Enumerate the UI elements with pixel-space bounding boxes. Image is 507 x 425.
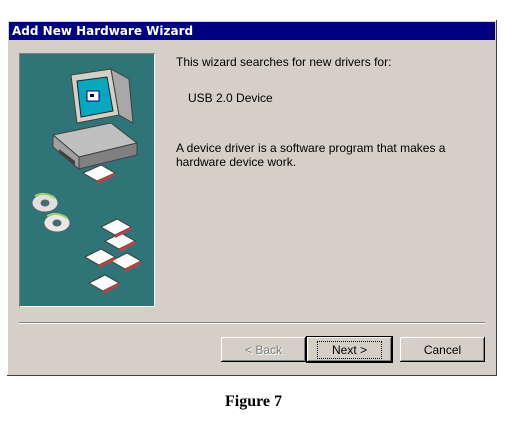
next-button-label: Next > (316, 340, 382, 359)
wizard-window: Add New Hardware Wizard This wizard sear… (7, 20, 497, 376)
intro-text: This wizard searches for new drivers for… (176, 55, 392, 69)
cancel-button[interactable]: Cancel (400, 337, 485, 362)
window-title: Add New Hardware Wizard (9, 22, 495, 40)
back-button[interactable]: < Back (221, 337, 306, 362)
separator (19, 322, 485, 324)
computer-illustration-icon (31, 68, 143, 294)
next-button[interactable]: Next > (307, 337, 392, 362)
driver-description: A device driver is a software program th… (176, 141, 446, 169)
figure-caption: Figure 7 (224, 393, 283, 410)
wizard-illustration (19, 53, 155, 307)
device-name: USB 2.0 Device (188, 91, 273, 105)
